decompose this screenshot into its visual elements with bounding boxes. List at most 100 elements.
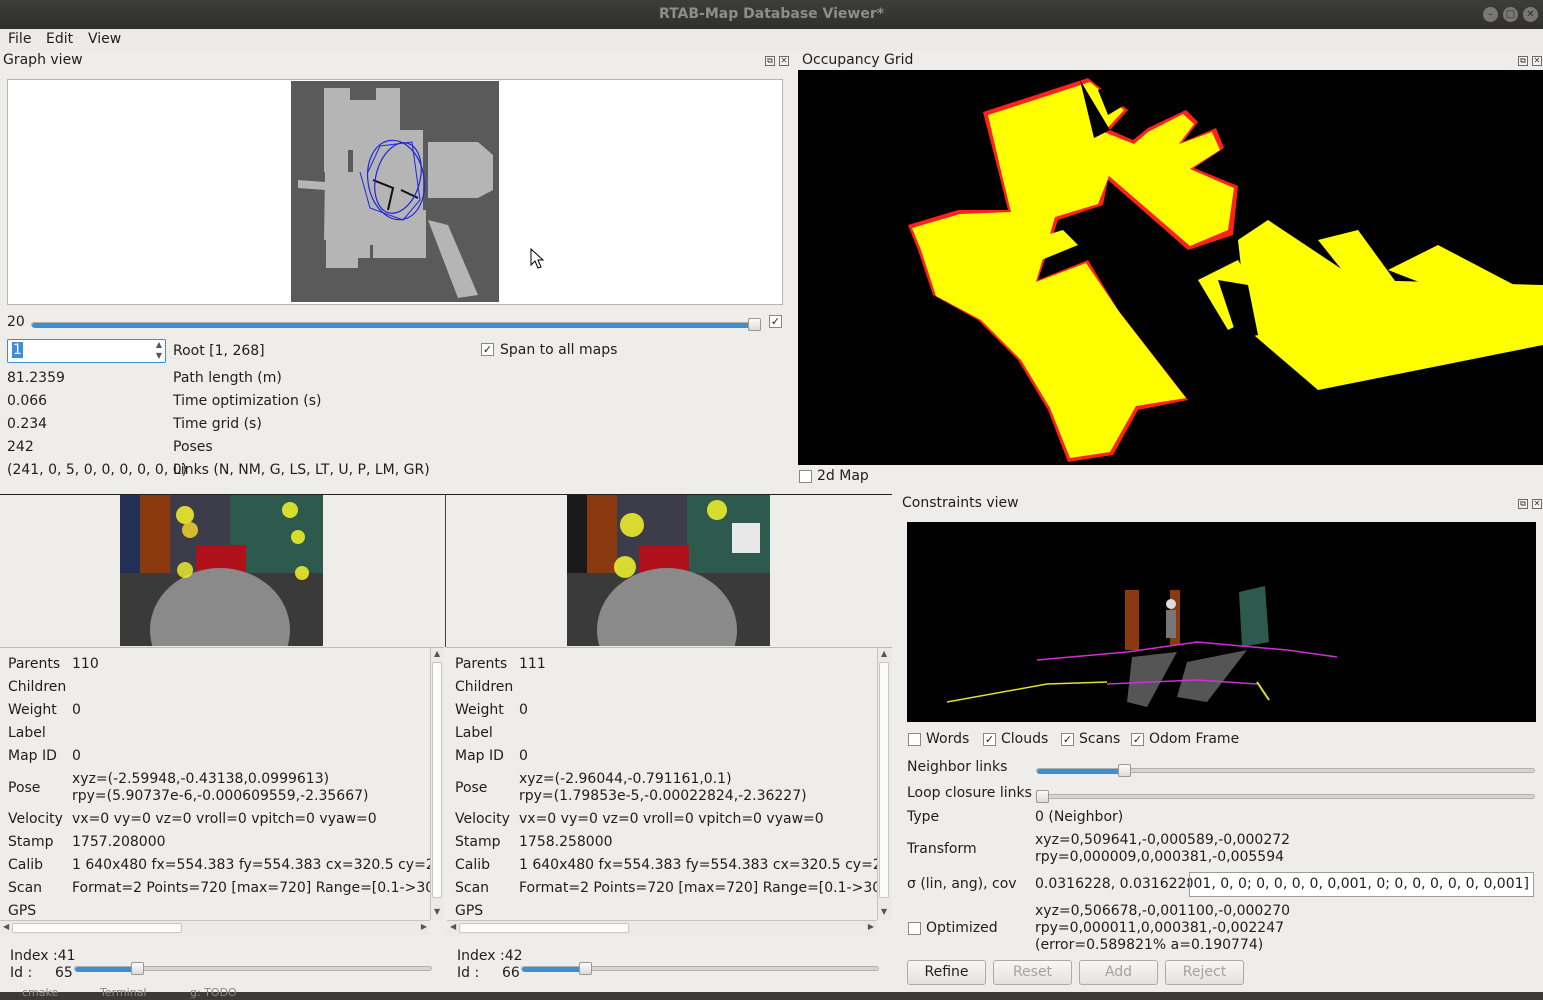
field-value: 110 bbox=[72, 656, 99, 672]
time-opt-value: 0.066 bbox=[7, 393, 48, 409]
graph-slider-value: 20 bbox=[7, 314, 25, 330]
field-key: Velocity bbox=[8, 811, 63, 827]
optimized-rpy: rpy=0,000011,0,000381,-0,002247 bbox=[1035, 920, 1285, 936]
taskbar-item[interactable]: cmake bbox=[22, 986, 58, 999]
spin-down-icon[interactable]: ▼ bbox=[156, 351, 162, 360]
node-b-index-label: Index :42 bbox=[457, 948, 523, 964]
node-a-id-value: 65 bbox=[55, 965, 73, 981]
field-value: 1757.208000 bbox=[72, 834, 166, 850]
field-key: Weight bbox=[455, 702, 504, 718]
close-dock-icon[interactable]: ✕ bbox=[1532, 56, 1542, 66]
words-checkbox[interactable] bbox=[908, 733, 921, 746]
node-b-slider-handle[interactable] bbox=[579, 962, 592, 975]
field-key: Map ID bbox=[455, 748, 504, 764]
graph-slider-handle[interactable] bbox=[748, 318, 761, 331]
odom-frame-checkbox[interactable]: ✓ bbox=[1131, 733, 1144, 746]
scroll-down-icon[interactable]: ▼ bbox=[881, 907, 887, 916]
constraints-cloud-render bbox=[946, 586, 1338, 707]
scroll-right-icon[interactable]: ▶ bbox=[421, 922, 427, 931]
field-key: GPS bbox=[8, 903, 37, 919]
odom-frame-label: Odom Frame bbox=[1149, 731, 1240, 747]
mouse-cursor-icon bbox=[530, 248, 544, 269]
node-b-slider[interactable] bbox=[521, 966, 879, 972]
maximize-icon[interactable]: □ bbox=[1503, 7, 1518, 22]
graph-slider[interactable] bbox=[31, 322, 759, 328]
float-icon[interactable]: ⧉ bbox=[1518, 499, 1528, 509]
root-spinbox[interactable]: 1 ▲ ▼ bbox=[7, 339, 166, 363]
clouds-checkbox[interactable]: ✓ bbox=[983, 733, 996, 746]
field-value: vx=0 vy=0 vz=0 vroll=0 vpitch=0 vyaw=0 bbox=[519, 811, 824, 827]
graph-slider-checkbox[interactable]: ✓ bbox=[769, 315, 782, 328]
scroll-thumb[interactable] bbox=[12, 923, 182, 933]
node-a-vscroll[interactable]: ▲ ▼ bbox=[430, 648, 444, 920]
optimized-checkbox[interactable] bbox=[908, 922, 921, 935]
field-key: Calib bbox=[455, 857, 491, 873]
constraints-3d-view[interactable] bbox=[907, 522, 1536, 722]
loop-closure-slider[interactable] bbox=[1036, 794, 1535, 799]
poses-value: 242 bbox=[7, 439, 34, 455]
covariance-field[interactable]: 0, 0,001, 0, 0; 0, 0, 0, 0, 0,001, 0; 0,… bbox=[1189, 872, 1534, 897]
node-b-hscroll[interactable]: ◀ ▶ bbox=[447, 920, 877, 935]
scroll-down-icon[interactable]: ▼ bbox=[434, 907, 440, 916]
refine-button[interactable]: Refine bbox=[907, 960, 986, 985]
neighbor-links-label: Neighbor links bbox=[907, 759, 1008, 775]
field-value: 0 bbox=[72, 702, 81, 718]
time-opt-label: Time optimization (s) bbox=[173, 393, 322, 409]
node-b-id-label: Id : bbox=[457, 965, 480, 981]
neighbor-slider-handle[interactable] bbox=[1118, 764, 1131, 777]
taskbar-item[interactable]: g: TODO bbox=[190, 986, 237, 999]
field-key: Children bbox=[455, 679, 514, 695]
occupancy-title: Occupancy Grid bbox=[802, 52, 914, 68]
add-button[interactable]: Add bbox=[1079, 960, 1158, 985]
neighbor-links-slider[interactable] bbox=[1036, 768, 1535, 774]
camera-image-a bbox=[120, 495, 323, 646]
occupancy-3d-view[interactable] bbox=[798, 70, 1543, 465]
span-checkbox[interactable]: ✓ bbox=[481, 343, 494, 356]
float-icon[interactable]: ⧉ bbox=[1518, 56, 1528, 66]
spin-up-icon[interactable]: ▲ bbox=[156, 340, 162, 349]
field-key: Children bbox=[8, 679, 67, 695]
node-a-slider-handle[interactable] bbox=[131, 962, 144, 975]
node-b-image[interactable] bbox=[567, 495, 770, 646]
close-dock-icon[interactable]: ✕ bbox=[1532, 499, 1542, 509]
menu-edit[interactable]: Edit bbox=[46, 31, 73, 47]
field-value: xyz=(-2.59948,-0.43138,0.0999613) bbox=[72, 771, 330, 787]
field-key: Scan bbox=[8, 880, 43, 896]
scroll-thumb[interactable] bbox=[459, 923, 629, 933]
taskbar-item[interactable]: Terminal bbox=[100, 986, 147, 999]
node-a-hscroll[interactable]: ◀ ▶ bbox=[0, 920, 430, 935]
menu-view[interactable]: View bbox=[88, 31, 121, 47]
node-a-slider[interactable] bbox=[74, 966, 432, 972]
scroll-up-icon[interactable]: ▲ bbox=[881, 649, 887, 658]
menu-file[interactable]: File bbox=[8, 31, 31, 47]
loop-slider-handle[interactable] bbox=[1036, 790, 1049, 803]
node-a-image[interactable] bbox=[120, 495, 323, 646]
node-b-slider-fill bbox=[522, 967, 587, 972]
field-value: Format=2 Points=720 [max=720] Range=[0.1… bbox=[72, 880, 430, 896]
scroll-right-icon[interactable]: ▶ bbox=[868, 922, 874, 931]
links-value: (241, 0, 5, 0, 0, 0, 0, 0, 0) bbox=[7, 462, 188, 478]
scans-checkbox[interactable]: ✓ bbox=[1061, 733, 1074, 746]
type-label: Type bbox=[907, 809, 940, 825]
scroll-left-icon[interactable]: ◀ bbox=[3, 922, 9, 931]
menubar: File Edit View bbox=[0, 29, 1543, 51]
field-key: GPS bbox=[455, 903, 484, 919]
close-dock-icon[interactable]: ✕ bbox=[779, 56, 789, 66]
scroll-thumb[interactable] bbox=[432, 662, 442, 898]
transform-rpy: rpy=0,000009,0,000381,-0,005594 bbox=[1035, 849, 1285, 865]
node-b-vscroll[interactable]: ▲ ▼ bbox=[877, 648, 891, 920]
minimize-icon[interactable]: – bbox=[1483, 7, 1498, 22]
close-icon[interactable]: ✕ bbox=[1523, 7, 1538, 22]
field-value: Format=2 Points=720 [max=720] Range=[0.1… bbox=[519, 880, 877, 896]
reset-button[interactable]: Reset bbox=[993, 960, 1072, 985]
path-length-value: 81.2359 bbox=[7, 370, 65, 386]
float-icon[interactable]: ⧉ bbox=[765, 56, 775, 66]
scroll-up-icon[interactable]: ▲ bbox=[434, 649, 440, 658]
graph-canvas[interactable] bbox=[7, 79, 783, 305]
field-key: Label bbox=[455, 725, 493, 741]
scroll-thumb[interactable] bbox=[879, 662, 889, 898]
reject-button[interactable]: Reject bbox=[1165, 960, 1244, 985]
map2d-checkbox[interactable] bbox=[799, 470, 812, 483]
field-value: rpy=(1.79853e-5,-0.00022824,-2.36227) bbox=[519, 788, 807, 804]
scroll-left-icon[interactable]: ◀ bbox=[450, 922, 456, 931]
